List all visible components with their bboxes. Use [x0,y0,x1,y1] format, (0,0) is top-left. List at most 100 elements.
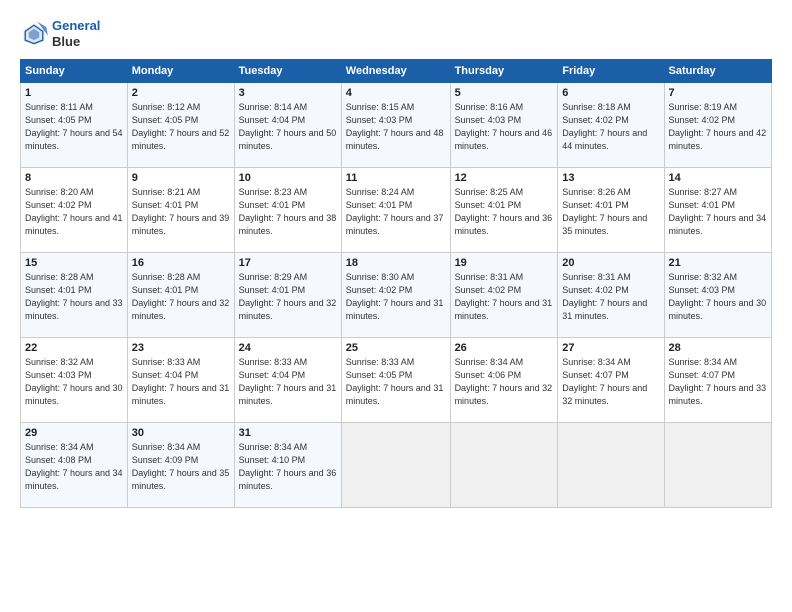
day-info: Sunrise: 8:33 AMSunset: 4:04 PMDaylight:… [239,356,337,408]
calendar-cell: 26 Sunrise: 8:34 AMSunset: 4:06 PMDaylig… [450,338,558,423]
calendar-cell: 9 Sunrise: 8:21 AMSunset: 4:01 PMDayligh… [127,168,234,253]
day-info: Sunrise: 8:34 AMSunset: 4:10 PMDaylight:… [239,441,337,493]
day-header-wednesday: Wednesday [341,60,450,83]
day-info: Sunrise: 8:33 AMSunset: 4:04 PMDaylight:… [132,356,230,408]
day-info: Sunrise: 8:28 AMSunset: 4:01 PMDaylight:… [25,271,123,323]
day-number: 27 [562,342,659,354]
day-number: 15 [25,257,123,269]
day-number: 5 [455,87,554,99]
day-number: 19 [455,257,554,269]
calendar-week-3: 15 Sunrise: 8:28 AMSunset: 4:01 PMDaylig… [21,253,772,338]
day-info: Sunrise: 8:15 AMSunset: 4:03 PMDaylight:… [346,101,446,153]
calendar-cell [664,423,771,508]
day-info: Sunrise: 8:16 AMSunset: 4:03 PMDaylight:… [455,101,554,153]
day-header-monday: Monday [127,60,234,83]
calendar-cell: 28 Sunrise: 8:34 AMSunset: 4:07 PMDaylig… [664,338,771,423]
calendar-cell: 31 Sunrise: 8:34 AMSunset: 4:10 PMDaylig… [234,423,341,508]
day-number: 3 [239,87,337,99]
day-info: Sunrise: 8:34 AMSunset: 4:08 PMDaylight:… [25,441,123,493]
day-number: 9 [132,172,230,184]
day-info: Sunrise: 8:24 AMSunset: 4:01 PMDaylight:… [346,186,446,238]
day-info: Sunrise: 8:18 AMSunset: 4:02 PMDaylight:… [562,101,659,153]
day-header-sunday: Sunday [21,60,128,83]
day-info: Sunrise: 8:34 AMSunset: 4:07 PMDaylight:… [562,356,659,408]
calendar-cell: 17 Sunrise: 8:29 AMSunset: 4:01 PMDaylig… [234,253,341,338]
day-info: Sunrise: 8:28 AMSunset: 4:01 PMDaylight:… [132,271,230,323]
calendar-cell: 24 Sunrise: 8:33 AMSunset: 4:04 PMDaylig… [234,338,341,423]
day-number: 14 [669,172,767,184]
calendar-cell: 21 Sunrise: 8:32 AMSunset: 4:03 PMDaylig… [664,253,771,338]
calendar-cell: 18 Sunrise: 8:30 AMSunset: 4:02 PMDaylig… [341,253,450,338]
day-header-saturday: Saturday [664,60,771,83]
day-info: Sunrise: 8:34 AMSunset: 4:09 PMDaylight:… [132,441,230,493]
calendar-cell: 7 Sunrise: 8:19 AMSunset: 4:02 PMDayligh… [664,83,771,168]
day-number: 26 [455,342,554,354]
calendar-cell: 4 Sunrise: 8:15 AMSunset: 4:03 PMDayligh… [341,83,450,168]
day-info: Sunrise: 8:31 AMSunset: 4:02 PMDaylight:… [562,271,659,323]
calendar-cell: 23 Sunrise: 8:33 AMSunset: 4:04 PMDaylig… [127,338,234,423]
calendar-cell: 13 Sunrise: 8:26 AMSunset: 4:01 PMDaylig… [558,168,664,253]
logo: GeneralBlue [20,18,100,49]
day-info: Sunrise: 8:32 AMSunset: 4:03 PMDaylight:… [25,356,123,408]
day-info: Sunrise: 8:26 AMSunset: 4:01 PMDaylight:… [562,186,659,238]
day-info: Sunrise: 8:21 AMSunset: 4:01 PMDaylight:… [132,186,230,238]
calendar-cell: 25 Sunrise: 8:33 AMSunset: 4:05 PMDaylig… [341,338,450,423]
day-info: Sunrise: 8:12 AMSunset: 4:05 PMDaylight:… [132,101,230,153]
calendar-cell: 1 Sunrise: 8:11 AMSunset: 4:05 PMDayligh… [21,83,128,168]
day-info: Sunrise: 8:20 AMSunset: 4:02 PMDaylight:… [25,186,123,238]
day-number: 2 [132,87,230,99]
calendar-cell: 12 Sunrise: 8:25 AMSunset: 4:01 PMDaylig… [450,168,558,253]
calendar-cell: 10 Sunrise: 8:23 AMSunset: 4:01 PMDaylig… [234,168,341,253]
day-number: 22 [25,342,123,354]
calendar-cell: 20 Sunrise: 8:31 AMSunset: 4:02 PMDaylig… [558,253,664,338]
day-number: 4 [346,87,446,99]
day-number: 25 [346,342,446,354]
day-number: 6 [562,87,659,99]
day-info: Sunrise: 8:34 AMSunset: 4:06 PMDaylight:… [455,356,554,408]
day-info: Sunrise: 8:14 AMSunset: 4:04 PMDaylight:… [239,101,337,153]
day-number: 29 [25,427,123,439]
calendar-cell: 6 Sunrise: 8:18 AMSunset: 4:02 PMDayligh… [558,83,664,168]
logo-text: GeneralBlue [52,18,100,49]
day-header-tuesday: Tuesday [234,60,341,83]
calendar-week-1: 1 Sunrise: 8:11 AMSunset: 4:05 PMDayligh… [21,83,772,168]
day-info: Sunrise: 8:32 AMSunset: 4:03 PMDaylight:… [669,271,767,323]
day-info: Sunrise: 8:11 AMSunset: 4:05 PMDaylight:… [25,101,123,153]
day-number: 20 [562,257,659,269]
day-number: 1 [25,87,123,99]
calendar-cell: 29 Sunrise: 8:34 AMSunset: 4:08 PMDaylig… [21,423,128,508]
calendar-cell [341,423,450,508]
calendar-cell: 2 Sunrise: 8:12 AMSunset: 4:05 PMDayligh… [127,83,234,168]
calendar-cell: 19 Sunrise: 8:31 AMSunset: 4:02 PMDaylig… [450,253,558,338]
day-info: Sunrise: 8:19 AMSunset: 4:02 PMDaylight:… [669,101,767,153]
day-number: 16 [132,257,230,269]
day-number: 12 [455,172,554,184]
day-number: 17 [239,257,337,269]
calendar-header: SundayMondayTuesdayWednesdayThursdayFrid… [21,60,772,83]
day-number: 18 [346,257,446,269]
calendar-week-5: 29 Sunrise: 8:34 AMSunset: 4:08 PMDaylig… [21,423,772,508]
calendar-table: SundayMondayTuesdayWednesdayThursdayFrid… [20,59,772,508]
day-number: 7 [669,87,767,99]
day-number: 8 [25,172,123,184]
day-number: 23 [132,342,230,354]
calendar-cell: 16 Sunrise: 8:28 AMSunset: 4:01 PMDaylig… [127,253,234,338]
day-number: 24 [239,342,337,354]
calendar-cell: 22 Sunrise: 8:32 AMSunset: 4:03 PMDaylig… [21,338,128,423]
day-number: 13 [562,172,659,184]
day-info: Sunrise: 8:33 AMSunset: 4:05 PMDaylight:… [346,356,446,408]
calendar-cell [450,423,558,508]
day-header-thursday: Thursday [450,60,558,83]
calendar-week-4: 22 Sunrise: 8:32 AMSunset: 4:03 PMDaylig… [21,338,772,423]
page-header: GeneralBlue [20,18,772,49]
day-info: Sunrise: 8:34 AMSunset: 4:07 PMDaylight:… [669,356,767,408]
day-info: Sunrise: 8:31 AMSunset: 4:02 PMDaylight:… [455,271,554,323]
day-number: 21 [669,257,767,269]
day-number: 11 [346,172,446,184]
day-info: Sunrise: 8:27 AMSunset: 4:01 PMDaylight:… [669,186,767,238]
calendar-cell: 30 Sunrise: 8:34 AMSunset: 4:09 PMDaylig… [127,423,234,508]
calendar-cell [558,423,664,508]
day-number: 30 [132,427,230,439]
day-number: 28 [669,342,767,354]
calendar-cell: 3 Sunrise: 8:14 AMSunset: 4:04 PMDayligh… [234,83,341,168]
